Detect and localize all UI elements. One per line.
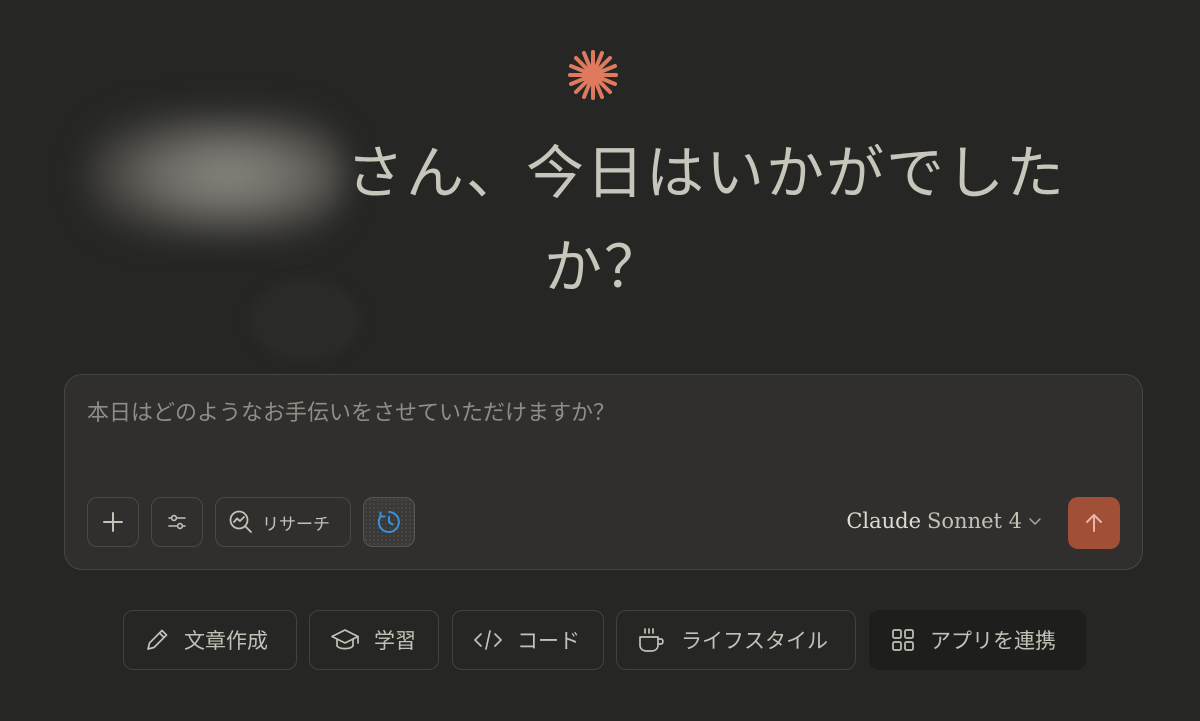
model-variant: Sonnet 4 (927, 509, 1022, 533)
graduation-cap-icon (331, 629, 359, 650)
research-magnifier-icon (229, 510, 252, 533)
model-selector[interactable]: Claude Sonnet 4 (846, 509, 1042, 533)
chip-lifestyle-label: ライフスタイル (681, 629, 828, 653)
grid-icon (892, 629, 914, 651)
plus-icon (103, 512, 123, 532)
chip-writing-label: 文章作成 (184, 629, 268, 653)
chip-code-label: コード (517, 629, 580, 653)
chip-learning-label: 学習 (374, 629, 416, 653)
arrow-up-icon (1086, 514, 1102, 532)
chip-code[interactable]: コード (452, 610, 604, 670)
chip-connect-apps-label: アプリを連携 (930, 629, 1056, 653)
message-composer: リサーチ Claude Sonnet 4 (64, 374, 1143, 570)
send-button[interactable] (1068, 497, 1120, 549)
chip-connect-apps[interactable]: アプリを連携 (869, 610, 1086, 670)
claude-logo-icon (568, 50, 618, 100)
research-label: リサーチ (262, 514, 330, 535)
chip-lifestyle[interactable]: ライフスタイル (616, 610, 856, 670)
add-attachment-button[interactable] (87, 497, 139, 547)
suggestion-chips: 文章作成 学習 コード ライフスタイル アプリを連携 (0, 610, 1200, 670)
chip-learning[interactable]: 学習 (309, 610, 439, 670)
clock-icon (377, 511, 400, 533)
research-button[interactable]: リサーチ (215, 497, 351, 547)
model-brand: Claude (846, 509, 922, 533)
greeting-line-2: か？ (544, 233, 665, 301)
code-icon (474, 630, 502, 650)
message-input[interactable] (87, 401, 987, 426)
tools-settings-button[interactable] (151, 497, 203, 547)
extended-thinking-toggle[interactable] (363, 497, 415, 547)
coffee-cup-icon (639, 628, 664, 652)
pencil-icon (147, 629, 168, 650)
redacted-username-shadow (250, 280, 360, 360)
redacted-username (84, 110, 346, 240)
chevron-down-icon (1029, 518, 1041, 525)
sliders-icon (168, 514, 186, 530)
chip-writing[interactable]: 文章作成 (123, 610, 297, 670)
greeting-line-1: さん、今日はいかがでした (346, 139, 1067, 207)
